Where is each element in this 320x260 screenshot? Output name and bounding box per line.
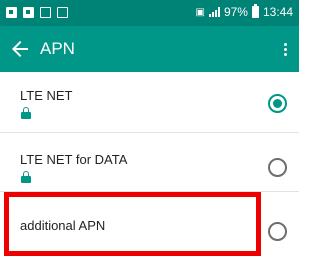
lock-icon xyxy=(21,171,31,183)
download-icon xyxy=(57,7,68,18)
notification-icon xyxy=(6,7,17,18)
app-bar: APN xyxy=(0,26,299,72)
apn-item-lte-net[interactable]: LTE NET xyxy=(0,72,299,132)
battery-icon xyxy=(251,4,259,18)
radio-button-selected[interactable] xyxy=(268,94,287,113)
gallery-icon xyxy=(23,7,34,18)
radio-button[interactable] xyxy=(268,222,287,241)
status-bar: ▣ 97% 13:44 xyxy=(0,0,299,26)
apn-settings-screen: ▣ 97% 13:44 APN LTE NET LTE NET for DATA xyxy=(0,0,299,260)
image-icon xyxy=(40,7,51,18)
status-left-icons xyxy=(6,7,68,18)
lock-icon xyxy=(21,107,31,119)
status-time: 13:44 xyxy=(262,5,293,19)
signal-icon xyxy=(208,7,220,17)
page-title: APN xyxy=(40,39,75,58)
arrow-left-icon[interactable] xyxy=(8,37,32,61)
battery-percent: 97% xyxy=(223,5,248,19)
screen-cast-icon: ▣ xyxy=(195,6,205,18)
more-vert-icon[interactable] xyxy=(277,37,293,61)
apn-name: LTE NET xyxy=(20,88,73,103)
apn-item-lte-net-for-data[interactable]: LTE NET for DATA xyxy=(0,133,299,193)
status-right-area: ▣ 97% 13:44 xyxy=(195,4,293,19)
apn-name: LTE NET for DATA xyxy=(20,152,128,167)
radio-button[interactable] xyxy=(268,158,287,177)
highlight-box xyxy=(4,192,261,256)
